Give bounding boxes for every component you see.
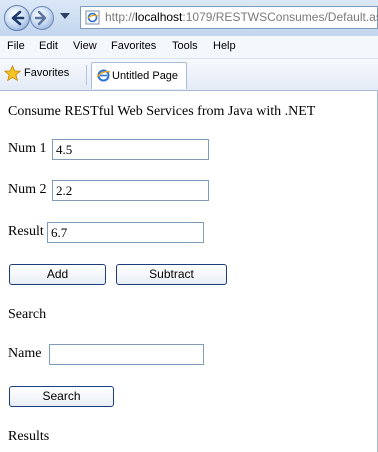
num1-label: Num 1 [8,141,47,156]
menu-bar: File Edit View Favorites Tools Help [0,36,378,59]
search-heading: Search [8,307,47,322]
url-rest: :1079/RESTWSConsumes/Default.aspx [182,10,378,24]
menu-help[interactable]: Help [213,40,236,52]
menu-file[interactable]: File [7,40,25,52]
favorites-bar: Favorites Untitled Page [0,59,378,91]
back-button[interactable] [4,5,30,31]
menu-tools[interactable]: Tools [172,40,198,52]
address-bar[interactable]: http://localhost:1079/RESTWSConsumes/Def… [80,6,378,29]
result-input[interactable]: 6.7 [47,222,204,243]
forward-arrow-icon [34,10,47,26]
menu-view[interactable]: View [73,40,97,52]
url-host: localhost [135,10,183,24]
tab-untitled-page[interactable]: Untitled Page [91,62,187,89]
num2-input[interactable]: 2.2 [52,180,209,201]
menu-favorites[interactable]: Favorites [111,40,156,52]
add-button[interactable]: Add [9,264,106,285]
num1-input[interactable]: 4.5 [52,139,209,160]
name-label: Name [8,346,42,361]
ie-page-icon [96,69,111,82]
star-icon [4,65,21,82]
menu-edit[interactable]: Edit [39,40,58,52]
tab-title: Untitled Page [112,70,179,82]
num2-label: Num 2 [8,182,47,197]
favorites-label: Favorites [24,67,70,79]
favorites-separator [86,65,87,85]
recent-pages-dropdown-icon[interactable] [60,13,70,19]
page-title: Consume RESTful Web Services from Java w… [8,104,316,119]
address-toolbar: http://localhost:1079/RESTWSConsumes/Def… [0,0,378,36]
name-input[interactable] [49,344,204,365]
search-button[interactable]: Search [9,386,114,407]
forward-button[interactable] [30,6,54,30]
page-favicon-icon [85,10,100,25]
result-label: Result [8,224,44,239]
page-content: Consume RESTful Web Services from Java w… [0,90,378,452]
back-arrow-icon [11,10,25,26]
results-heading: Results [8,429,50,444]
url-prefix: http:// [105,10,136,24]
address-url: http://localhost:1079/RESTWSConsumes/Def… [105,10,378,24]
subtract-button[interactable]: Subtract [116,264,227,285]
